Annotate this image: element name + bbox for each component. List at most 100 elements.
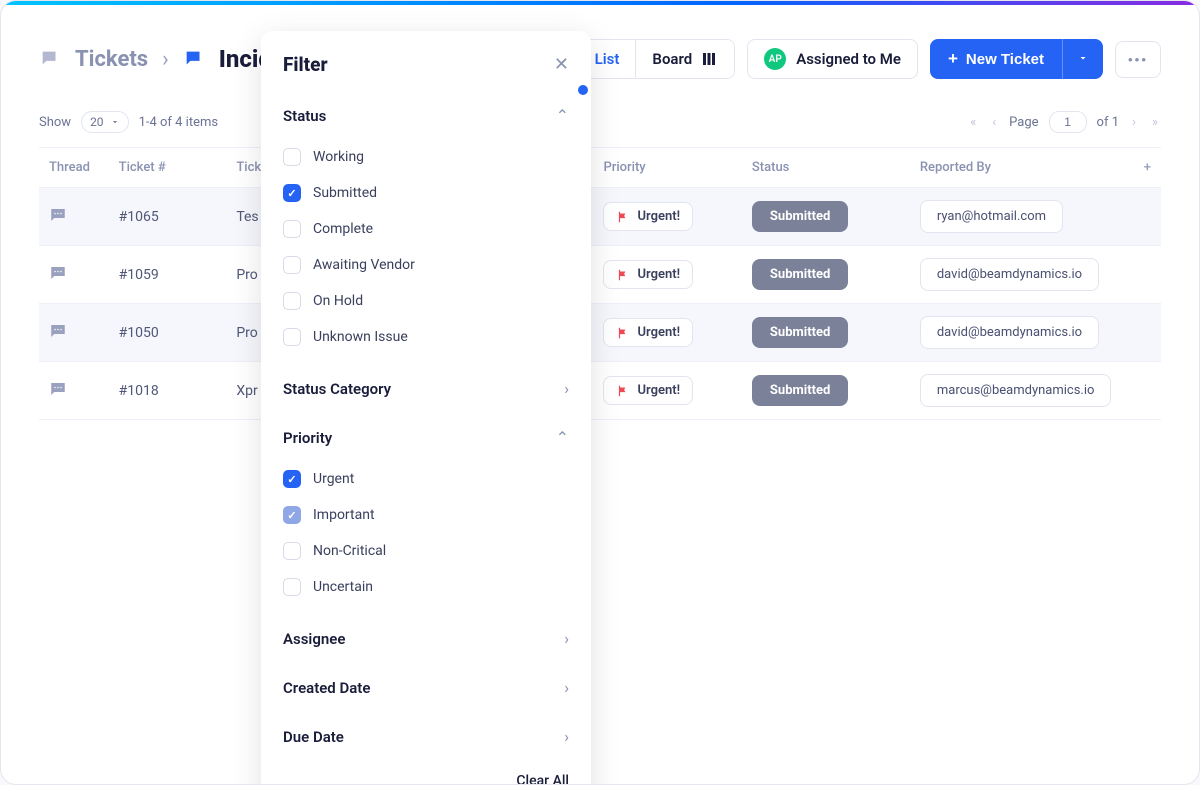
page-first-button[interactable]: « [967,112,979,133]
show-label: Show [39,115,71,130]
show-select[interactable]: 20 [81,111,129,133]
priority-badge[interactable]: Urgent! [603,260,693,289]
checkbox[interactable] [283,256,301,274]
filter-option-label: On Hold [313,293,363,309]
filter-option-priority-non-critical[interactable]: Non-Critical [283,533,569,569]
filter-option-status-submitted[interactable]: ✓ Submitted [283,175,569,211]
flag-icon [616,326,630,340]
filter-option-label: Complete [313,221,373,237]
range-text: 1-4 of 4 items [139,115,219,130]
new-ticket-dropdown[interactable] [1062,39,1103,79]
checkbox[interactable] [283,542,301,560]
clear-all-button[interactable]: Clear All [516,773,569,785]
chevron-right-icon: › [564,727,569,746]
priority-badge[interactable]: Urgent! [603,376,693,405]
filter-option-status-awaiting-vendor[interactable]: Awaiting Vendor [283,247,569,283]
col-reported-by: Reported By [910,148,1122,188]
page-prev-button[interactable]: ‹ [989,112,999,133]
reported-by[interactable]: david@beamdynamics.io [920,316,1099,349]
filter-indicator-dot [578,85,588,95]
page-input[interactable] [1049,111,1087,133]
tickets-table: Thread Ticket # Tick Priority Status Rep… [39,147,1161,420]
reported-by[interactable]: david@beamdynamics.io [920,258,1099,291]
filter-option-label: Awaiting Vendor [313,257,415,273]
filter-created-date-label: Created Date [283,679,370,697]
chevron-right-icon: › [564,678,569,697]
table-row[interactable]: #1018 Xpr Urgent! Submitted marcus@beamd… [39,362,1161,420]
checkbox[interactable] [283,220,301,238]
filter-option-label: Uncertain [313,579,373,595]
checkbox[interactable]: ✓ [283,470,301,488]
filter-option-status-complete[interactable]: Complete [283,211,569,247]
checkbox[interactable] [283,328,301,346]
thread-icon [49,380,67,398]
page-next-button[interactable]: › [1129,112,1139,133]
page-of: of 1 [1097,115,1119,130]
filter-assignee-label: Assignee [283,630,345,648]
chevron-down-icon [110,117,120,127]
table-row[interactable]: #1059 Pro Urgent! Submitted david@beamdy… [39,246,1161,304]
col-priority: Priority [593,148,741,188]
view-list-label: List [595,50,620,68]
more-button[interactable]: ••• [1115,41,1161,78]
checkbox[interactable] [283,148,301,166]
filter-priority-label: Priority [283,429,332,447]
status-badge[interactable]: Submitted [752,375,848,406]
priority-badge[interactable]: Urgent! [603,318,693,347]
filter-option-priority-important[interactable]: ✓ Important [283,497,569,533]
filter-option-priority-urgent[interactable]: ✓ Urgent [283,461,569,497]
new-ticket-label: New Ticket [966,51,1044,68]
reported-by[interactable]: ryan@hotmail.com [920,200,1063,233]
filter-section-assignee[interactable]: Assignee › [283,619,569,658]
ticket-number: #1059 [109,246,227,304]
checkbox[interactable]: ✓ [283,506,301,524]
status-badge[interactable]: Submitted [752,317,848,348]
reported-by[interactable]: marcus@beamdynamics.io [920,374,1112,407]
thread-icon [49,322,67,340]
close-icon[interactable]: ✕ [554,54,569,75]
breadcrumb-root[interactable]: Tickets [75,47,148,72]
filter-option-label: Urgent [313,471,354,487]
new-ticket-button[interactable]: + New Ticket [930,39,1062,79]
table-row[interactable]: #1050 Pro Urgent! Submitted david@beamdy… [39,304,1161,362]
tickets-icon [39,48,61,70]
add-column-button[interactable]: + [1144,160,1151,175]
checkbox[interactable] [283,292,301,310]
flag-icon [616,384,630,398]
flag-icon [616,210,630,224]
assigned-label: Assigned to Me [796,50,901,68]
incidents-icon [183,48,205,70]
table-controls: Show 20 1-4 of 4 items « ‹ Page of 1 › » [39,111,1161,133]
filter-option-label: Important [313,507,375,523]
view-board-label: Board [652,50,692,68]
page-label: Page [1009,115,1038,130]
filter-option-priority-uncertain[interactable]: Uncertain [283,569,569,605]
filter-popover: Filter ✕ Status ⌃ Working✓SubmittedCompl… [261,31,591,785]
filter-option-label: Submitted [313,185,377,201]
filter-option-status-on-hold[interactable]: On Hold [283,283,569,319]
filter-option-status-unknown-issue[interactable]: Unknown Issue [283,319,569,355]
col-ticket-num: Ticket # [109,148,227,188]
filter-section-due-date[interactable]: Due Date › [283,717,569,756]
filter-section-status[interactable]: Status ⌃ [283,96,569,135]
filter-section-status-category[interactable]: Status Category › [283,369,569,408]
checkbox[interactable]: ✓ [283,184,301,202]
filter-section-created-date[interactable]: Created Date › [283,668,569,707]
filter-option-status-working[interactable]: Working [283,139,569,175]
filter-section-priority[interactable]: Priority ⌃ [283,418,569,457]
ticket-number: #1050 [109,304,227,362]
status-badge[interactable]: Submitted [752,201,848,232]
checkbox[interactable] [283,578,301,596]
thread-icon [49,206,67,224]
filter-status-category-label: Status Category [283,380,391,398]
table-row[interactable]: #1065 Tes Urgent! Submitted ryan@hotmail… [39,188,1161,246]
thread-icon [49,264,67,282]
priority-badge[interactable]: Urgent! [603,202,693,231]
view-board-button[interactable]: Board [635,40,734,78]
filter-due-date-label: Due Date [283,728,344,746]
ticket-number: #1018 [109,362,227,420]
status-badge[interactable]: Submitted [752,259,848,290]
page-last-button[interactable]: » [1149,112,1161,133]
assigned-to-me-button[interactable]: AP Assigned to Me [747,39,918,79]
avatar: AP [764,48,786,70]
